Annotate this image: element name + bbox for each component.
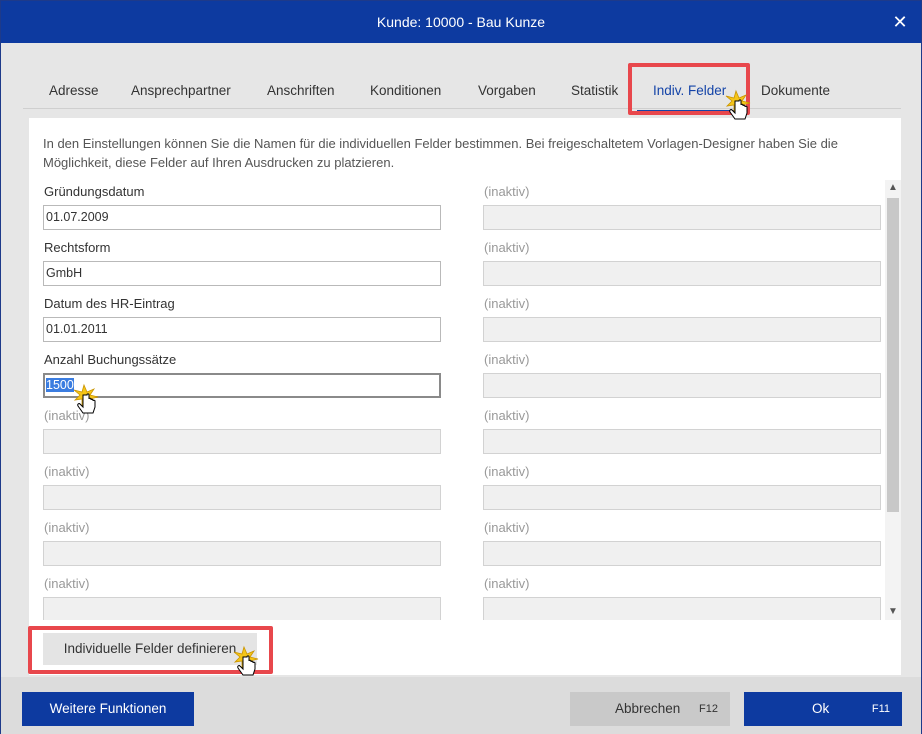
field-label-inactive: (inaktiv) xyxy=(484,240,530,255)
tab-bar: Adresse Ansprechpartner Anschriften Kond… xyxy=(23,71,901,113)
field-input-inactive xyxy=(43,541,441,566)
field-input-inactive xyxy=(483,597,881,620)
field-label-inactive: (inaktiv) xyxy=(484,352,530,367)
indiv-fields-panel: In den Einstellungen können Sie die Name… xyxy=(29,118,901,675)
scrollbar-thumb[interactable] xyxy=(887,198,899,512)
ok-shortcut: F11 xyxy=(871,703,890,715)
scroll-up-icon[interactable]: ▲ xyxy=(885,180,901,196)
field-label-buchungssaetze: Anzahl Buchungssätze xyxy=(44,352,177,367)
fields-scroll-area: Gründungsdatum 01.07.2009 Rechtsform Gmb… xyxy=(29,180,887,620)
tab-adresse[interactable]: Adresse xyxy=(49,83,99,98)
tab-dokumente[interactable]: Dokumente xyxy=(761,83,830,98)
window-title: Kunde: 10000 - Bau Kunze xyxy=(376,14,546,30)
field-input-inactive xyxy=(483,373,881,398)
customer-dialog: Kunde: 10000 - Bau Kunze ✕ Adresse Anspr… xyxy=(0,0,922,734)
cancel-button[interactable]: Abbrechen F12 xyxy=(570,692,730,726)
field-label-gruendungsdatum: Gründungsdatum xyxy=(44,184,145,199)
close-icon[interactable]: ✕ xyxy=(879,1,921,43)
tab-anschriften[interactable]: Anschriften xyxy=(267,83,335,98)
field-label-rechtsform: Rechtsform xyxy=(44,240,111,255)
intro-text: In den Einstellungen können Sie die Name… xyxy=(43,136,838,170)
field-input-inactive xyxy=(43,597,441,620)
tab-indiv-felder[interactable]: Indiv. Felder xyxy=(636,83,743,113)
tab-ansprechpartner[interactable]: Ansprechpartner xyxy=(131,83,231,98)
field-label-inactive: (inaktiv) xyxy=(44,576,90,591)
tab-statistik[interactable]: Statistik xyxy=(571,83,618,98)
field-label-inactive: (inaktiv) xyxy=(44,520,90,535)
title-bar: Kunde: 10000 - Bau Kunze ✕ xyxy=(1,1,921,43)
field-input-rechtsform[interactable]: GmbH xyxy=(43,261,441,286)
field-input-inactive xyxy=(483,541,881,566)
more-functions-button[interactable]: Weitere Funktionen xyxy=(22,692,194,726)
field-label-inactive: (inaktiv) xyxy=(484,576,530,591)
ok-label: Ok xyxy=(812,701,830,716)
field-label-inactive: (inaktiv) xyxy=(484,184,530,199)
field-input-hr-eintrag[interactable]: 01.01.2011 xyxy=(43,317,441,342)
field-label-inactive: (inaktiv) xyxy=(484,464,530,479)
define-fields-button[interactable]: Individuelle Felder definieren xyxy=(43,633,257,665)
field-input-buchungssaetze[interactable]: 1500 xyxy=(43,373,441,398)
field-input-inactive xyxy=(483,485,881,510)
field-label-inactive: (inaktiv) xyxy=(484,296,530,311)
selected-text: 1500 xyxy=(46,378,74,392)
field-label-inactive: (inaktiv) xyxy=(44,464,90,479)
tab-vorgaben[interactable]: Vorgaben xyxy=(478,83,536,98)
tab-konditionen[interactable]: Konditionen xyxy=(370,83,441,98)
scroll-down-icon[interactable]: ▼ xyxy=(885,604,901,620)
field-input-inactive xyxy=(483,205,881,230)
field-label-inactive: (inaktiv) xyxy=(484,408,530,423)
field-input-inactive xyxy=(43,485,441,510)
field-label-inactive: (inaktiv) xyxy=(44,408,90,423)
cancel-shortcut: F12 xyxy=(699,703,718,715)
dialog-footer: Weitere Funktionen Abbrechen F12 Ok F11 xyxy=(1,677,921,734)
field-input-inactive xyxy=(43,429,441,454)
more-functions-label: Weitere Funktionen xyxy=(49,701,167,716)
vertical-scrollbar[interactable]: ▲ ▼ xyxy=(885,180,901,620)
ok-button[interactable]: Ok F11 xyxy=(744,692,902,726)
field-input-inactive xyxy=(483,261,881,286)
field-label-hr-eintrag: Datum des HR-Eintrag xyxy=(44,296,175,311)
field-label-inactive: (inaktiv) xyxy=(484,520,530,535)
field-input-inactive xyxy=(483,429,881,454)
field-input-inactive xyxy=(483,317,881,342)
cancel-label: Abbrechen xyxy=(615,701,681,716)
field-input-gruendungsdatum[interactable]: 01.07.2009 xyxy=(43,205,441,230)
